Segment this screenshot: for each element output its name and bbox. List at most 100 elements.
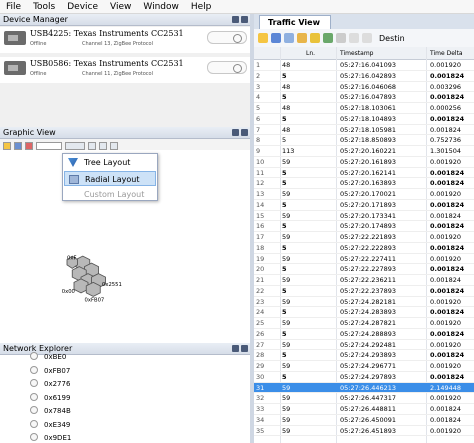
pin-icon[interactable] [232, 129, 239, 136]
open-icon[interactable] [3, 141, 11, 150]
table-row[interactable]: 34 59 05:27:26.450091 0.001824 [254, 415, 474, 426]
grid-icon[interactable] [65, 141, 85, 150]
zoom-in-icon[interactable] [88, 141, 96, 150]
device-item[interactable]: USB4225: Texas Instruments CC2531 Offline… [0, 27, 250, 53]
network-graph[interactable]: 0xF 0x00 0x2551 0xFB07 [60, 248, 130, 308]
table-row[interactable]: 6 5 05:27:18.104893 0.001824 [254, 114, 474, 125]
table-row[interactable]: 11 5 05:27:20.162141 0.001824 [254, 168, 474, 179]
layout-dropdown-icon[interactable] [36, 141, 62, 150]
table-row[interactable]: 18 5 05:27:22.222893 0.001824 [254, 243, 474, 254]
row-timestamp: 05:27:16.047893 [340, 93, 397, 102]
table-row[interactable]: 26 5 05:27:24.288893 0.001824 [254, 329, 474, 340]
network-node-item[interactable]: 0x9DE1 [30, 432, 71, 443]
clear-icon[interactable] [362, 33, 372, 43]
table-row[interactable]: 4 5 05:27:16.047893 0.001824 [254, 92, 474, 103]
menu-item[interactable]: Help [185, 2, 218, 12]
settings-icon[interactable] [323, 33, 333, 43]
table-row[interactable]: 30 5 05:27:24.297893 0.001824 [254, 372, 474, 383]
table-row[interactable]: 12 5 05:27:20.163893 0.001824 [254, 178, 474, 189]
tab-traffic-view[interactable]: Traffic View [259, 15, 331, 29]
table-row[interactable]: 20 5 05:27:22.227893 0.001824 [254, 264, 474, 275]
radio-icon[interactable] [30, 433, 38, 441]
table-row[interactable]: 32 59 05:27:26.447317 0.001920 [254, 393, 474, 404]
radio-icon[interactable] [30, 352, 38, 360]
table-row[interactable]: 29 59 05:27:24.296771 0.001920 [254, 361, 474, 372]
network-node-item[interactable]: 0x6199 [30, 392, 70, 405]
pin-icon[interactable] [232, 345, 239, 352]
table-row[interactable]: 22 5 05:27:22.237893 0.001824 [254, 286, 474, 297]
table-row[interactable]: 35 59 05:27:26.451893 0.001920 [254, 426, 474, 437]
network-node-item[interactable]: 0xBE0 [30, 351, 66, 364]
save-icon[interactable] [14, 141, 22, 150]
menu-item-radial-layout[interactable]: Radial Layout [64, 171, 156, 186]
device-item[interactable]: USB0586: Texas Instruments CC2531 Offline… [0, 57, 250, 83]
network-node-item[interactable]: 0xE349 [30, 419, 70, 432]
save-icon[interactable] [271, 33, 281, 43]
table-row[interactable]: 10 59 05:27:20.161893 0.001920 [254, 157, 474, 168]
menu-item[interactable]: Device [61, 2, 104, 12]
menu-item[interactable]: Window [137, 2, 185, 12]
radio-icon[interactable] [30, 406, 38, 414]
color-icon[interactable] [310, 33, 320, 43]
menu-item[interactable]: View [104, 2, 137, 12]
table-row[interactable]: 9 113 05:27:20.160221 1.301504 [254, 146, 474, 157]
radio-icon[interactable] [30, 379, 38, 387]
table-row[interactable]: 16 5 05:27:20.174893 0.001824 [254, 221, 474, 232]
table-row[interactable]: 21 59 05:27:22.236211 0.001824 [254, 275, 474, 286]
row-length: 48 [282, 125, 291, 134]
export-icon[interactable] [284, 33, 294, 43]
fit-icon[interactable] [110, 141, 118, 150]
network-node-item[interactable]: 0xFB07 [30, 365, 70, 378]
table-row[interactable]: 27 59 05:27:24.292481 0.001920 [254, 340, 474, 351]
column-header[interactable]: Ln. [306, 50, 315, 57]
menu-item-tree-layout[interactable]: Tree Layout [64, 155, 156, 170]
table-row[interactable]: 14 5 05:27:20.171893 0.001824 [254, 200, 474, 211]
zoom-out-icon[interactable] [99, 141, 107, 150]
row-id: 35 [256, 426, 265, 435]
table-row[interactable]: 5 48 05:27:18.103061 0.000256 [254, 103, 474, 114]
radio-icon[interactable] [30, 365, 38, 374]
table-row[interactable]: 24 5 05:27:24.283893 0.001824 [254, 307, 474, 318]
menu-item[interactable]: File [0, 2, 27, 12]
network-node-item[interactable]: 0x2776 [30, 378, 70, 391]
network-node-item[interactable]: 0x784B [30, 405, 71, 418]
column-header[interactable]: Time Delta [430, 50, 463, 57]
table-row[interactable]: 3 48 05:27:16.046068 0.003296 [254, 82, 474, 93]
close-icon[interactable] [241, 345, 248, 352]
network-explorer-list: 0xBE0 0xFB07 0x2776 0x6199 0x784B 0xE349 0x9DE… [0, 352, 250, 443]
close-icon[interactable] [241, 129, 248, 136]
destination-filter[interactable]: Destin [379, 34, 405, 43]
table-row[interactable]: 2 5 05:27:16.042893 0.001824 [254, 71, 474, 82]
row-id: 17 [256, 233, 265, 241]
node-address: 0xBE0 [44, 353, 67, 361]
row-timestamp: 05:27:24.296771 [340, 362, 397, 370]
table-row[interactable]: 1 48 05:27:16.041093 0.001920 [254, 60, 474, 71]
row-id: 14 [256, 200, 265, 209]
table-row[interactable]: 15 59 05:27:20.173341 0.001824 [254, 211, 474, 222]
device-toggle[interactable] [207, 61, 247, 74]
table-row[interactable]: 23 59 05:27:24.282181 0.001920 [254, 297, 474, 308]
row-time-delta: 0.001920 [430, 190, 462, 198]
filter-icon[interactable] [297, 33, 307, 43]
table-row[interactable]: 25 59 05:27:24.287821 0.001920 [254, 318, 474, 329]
table-row[interactable]: 28 5 05:27:24.293893 0.001824 [254, 350, 474, 361]
table-row[interactable]: 33 59 05:27:26.448811 0.001824 [254, 404, 474, 415]
stop-icon[interactable] [349, 33, 359, 43]
column-header[interactable]: Timestamp [340, 50, 374, 57]
table-row[interactable]: 13 59 05:27:20.170021 0.001920 [254, 189, 474, 200]
table-row[interactable]: 7 48 05:27:18.105981 0.001824 [254, 125, 474, 136]
radio-icon[interactable] [30, 419, 38, 428]
play-icon[interactable] [336, 33, 346, 43]
open-icon[interactable] [258, 33, 268, 43]
table-row[interactable]: 19 59 05:27:22.227411 0.001920 [254, 254, 474, 265]
close-icon[interactable] [241, 16, 248, 23]
refresh-icon[interactable] [25, 141, 33, 150]
menu-item[interactable]: Tools [27, 2, 61, 12]
table-row[interactable]: 8 5 05:27:18.850893 0.752736 [254, 135, 474, 146]
row-timestamp: 05:27:24.287821 [340, 319, 397, 327]
device-toggle[interactable] [207, 31, 247, 44]
radio-icon[interactable] [30, 392, 38, 401]
table-row[interactable]: 31 59 05:27:26.446213 2.149448 [254, 382, 474, 394]
pin-icon[interactable] [232, 16, 239, 23]
table-row[interactable]: 17 59 05:27:22.221893 0.001920 [254, 232, 474, 243]
